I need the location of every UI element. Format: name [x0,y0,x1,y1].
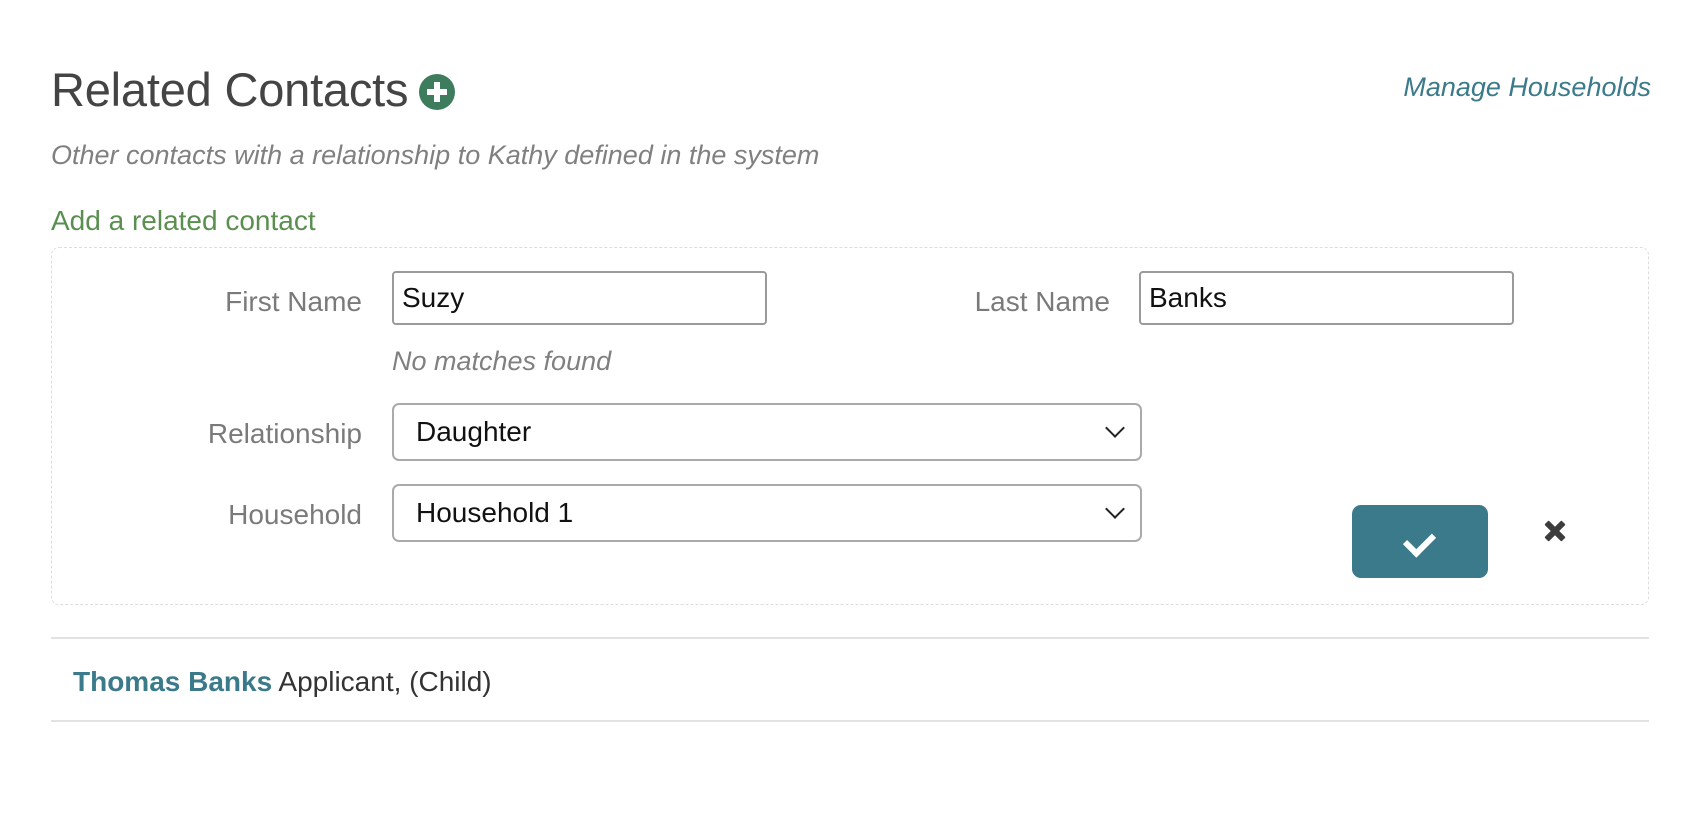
related-contacts-section: Related Contacts Manage Households Other… [51,0,1651,818]
contact-list-item: Thomas Banks Applicant, (Child) [73,666,492,698]
last-name-input[interactable] [1139,271,1514,325]
save-contact-button[interactable] [1352,505,1488,578]
first-name-label: First Name [225,286,362,317]
first-name-input[interactable] [392,271,767,325]
divider-bottom [51,720,1649,722]
household-select[interactable]: Household 1 [392,484,1142,542]
add-contact-form: First Name Last Name No matches found Re… [51,247,1649,605]
chevron-down-icon [1105,499,1125,519]
check-icon [1402,524,1437,558]
relationship-select[interactable]: Daughter [392,403,1142,461]
household-label: Household [228,499,362,530]
relationship-selected-value: Daughter [416,416,532,447]
no-matches-hint: No matches found [392,346,612,376]
manage-households-link[interactable]: Manage Households [1403,72,1651,103]
add-contact-icon[interactable] [419,74,455,110]
section-description: Other contacts with a relationship to Ka… [51,140,820,170]
chevron-down-icon [1105,418,1125,438]
household-selected-value: Household 1 [416,497,574,528]
contact-detail: Applicant, (Child) [278,666,492,697]
section-header: Related Contacts Manage Households [51,58,1651,128]
contact-name-link[interactable]: Thomas Banks [73,666,272,697]
last-name-label: Last Name [974,286,1110,317]
close-icon[interactable] [1540,517,1570,547]
relationship-label: Relationship [207,418,362,449]
page-title: Related Contacts [51,63,409,116]
divider-top [51,637,1649,639]
add-related-contact-heading[interactable]: Add a related contact [51,205,316,237]
